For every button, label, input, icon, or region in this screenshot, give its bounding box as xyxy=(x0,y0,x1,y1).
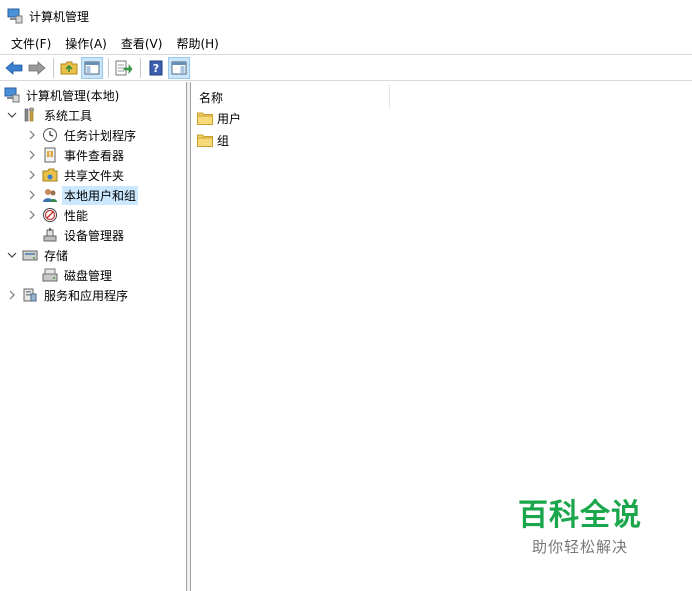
toolbar-separator xyxy=(140,57,141,78)
menu-file[interactable]: 文件(F) xyxy=(4,33,58,54)
toolbar-separator xyxy=(53,57,54,78)
list-item-label: 组 xyxy=(217,133,230,148)
watermark-sub: 助你轻松解决 xyxy=(531,538,628,556)
tree-item-label: 共享文件夹 xyxy=(64,168,125,183)
clock-icon xyxy=(42,127,58,143)
export-list-button[interactable] xyxy=(113,57,135,79)
list-item[interactable]: 组 xyxy=(197,130,229,150)
chevron-right-icon[interactable] xyxy=(26,149,38,161)
folder-icon xyxy=(197,112,213,125)
tree-item-label: 任务计划程序 xyxy=(64,128,137,143)
folder-icon xyxy=(197,134,213,147)
title-bar: 计算机管理 xyxy=(0,0,692,32)
console-tree[interactable]: 计算机管理(本地) 系统工具 任务计划程序 ! 事件查看器 共享文件夹 本地用户… xyxy=(0,82,187,591)
chevron-right-icon[interactable] xyxy=(26,129,38,141)
tree-item-label: 服务和应用程序 xyxy=(44,288,129,303)
storage-icon xyxy=(22,247,38,263)
chevron-down-icon[interactable] xyxy=(6,249,18,261)
svg-text:!: ! xyxy=(48,151,51,159)
tree-item-label: 本地用户和组 xyxy=(62,185,139,205)
toolbar-separator xyxy=(108,57,109,78)
up-folder-icon xyxy=(60,61,78,74)
forward-arrow-icon xyxy=(28,60,46,75)
show-hide-action-pane-icon xyxy=(171,61,187,74)
back-button[interactable] xyxy=(3,57,25,79)
menu-view[interactable]: 查看(V) xyxy=(114,33,170,54)
tree-item-system-tools[interactable]: 系统工具 xyxy=(6,105,94,125)
tree-item-label: 磁盘管理 xyxy=(64,268,113,283)
window-title: 计算机管理 xyxy=(29,9,90,24)
help-button[interactable]: ? xyxy=(145,57,167,79)
back-arrow-icon xyxy=(5,60,23,75)
forward-button[interactable] xyxy=(26,57,48,79)
tree-item-services-apps[interactable]: 服务和应用程序 xyxy=(6,285,130,305)
chevron-right-icon[interactable] xyxy=(6,289,18,301)
computer-management-icon xyxy=(7,8,23,24)
computer-management-icon xyxy=(4,87,20,103)
export-list-icon xyxy=(115,60,133,75)
up-one-level-button[interactable] xyxy=(58,57,80,79)
disk-icon xyxy=(42,267,58,283)
show-hide-action-pane-button[interactable] xyxy=(168,56,190,79)
chevron-right-icon[interactable] xyxy=(26,209,38,221)
tree-item-storage[interactable]: 存储 xyxy=(6,245,70,265)
watermark: 百科全说 助你轻松解决 xyxy=(515,498,645,557)
tree-item-label: 计算机管理(本地) xyxy=(26,88,120,103)
menu-help[interactable]: 帮助(H) xyxy=(169,33,225,54)
help-icon: ? xyxy=(149,60,163,75)
show-hide-tree-icon xyxy=(84,61,100,74)
menu-action[interactable]: 操作(A) xyxy=(58,33,114,54)
tree-item-label: 事件查看器 xyxy=(64,148,125,163)
users-icon xyxy=(42,187,58,203)
tools-icon xyxy=(22,107,38,123)
tree-item-shared-folders[interactable]: 共享文件夹 xyxy=(26,165,126,185)
tree-item-performance[interactable]: 性能 xyxy=(26,205,90,225)
tree-item-device-manager[interactable]: 设备管理器 xyxy=(42,225,126,245)
toolbar: ? xyxy=(0,54,692,81)
chevron-right-icon[interactable] xyxy=(26,169,38,181)
show-hide-console-tree-button[interactable] xyxy=(81,56,103,79)
tree-item-computer-management[interactable]: 计算机管理(本地) xyxy=(4,85,121,105)
chevron-down-icon[interactable] xyxy=(6,109,18,121)
performance-gauge-icon xyxy=(42,207,58,223)
tree-item-task-scheduler[interactable]: 任务计划程序 xyxy=(26,125,138,145)
pane-splitter[interactable] xyxy=(187,82,191,591)
device-manager-icon xyxy=(42,227,58,243)
svg-text:?: ? xyxy=(153,62,159,75)
list-item[interactable]: 用户 xyxy=(197,108,241,128)
tree-item-label: 系统工具 xyxy=(44,108,93,123)
tree-item-label: 存储 xyxy=(44,248,69,263)
list-item-label: 用户 xyxy=(217,111,242,126)
tree-item-label: 性能 xyxy=(64,208,89,223)
tree-item-label: 设备管理器 xyxy=(64,228,125,243)
shared-folder-icon xyxy=(42,167,58,183)
event-viewer-icon: ! xyxy=(42,147,58,163)
chevron-right-icon[interactable] xyxy=(26,189,38,201)
tree-item-event-viewer[interactable]: ! 事件查看器 xyxy=(26,145,126,165)
tree-item-local-users-groups[interactable]: 本地用户和组 xyxy=(26,185,139,205)
watermark-main: 百科全说 xyxy=(518,498,642,533)
tree-item-disk-management[interactable]: 磁盘管理 xyxy=(42,265,114,285)
menu-bar: 文件(F) 操作(A) 查看(V) 帮助(H) xyxy=(0,32,692,54)
column-header-name[interactable]: 名称 xyxy=(192,85,390,109)
services-icon xyxy=(22,287,38,303)
